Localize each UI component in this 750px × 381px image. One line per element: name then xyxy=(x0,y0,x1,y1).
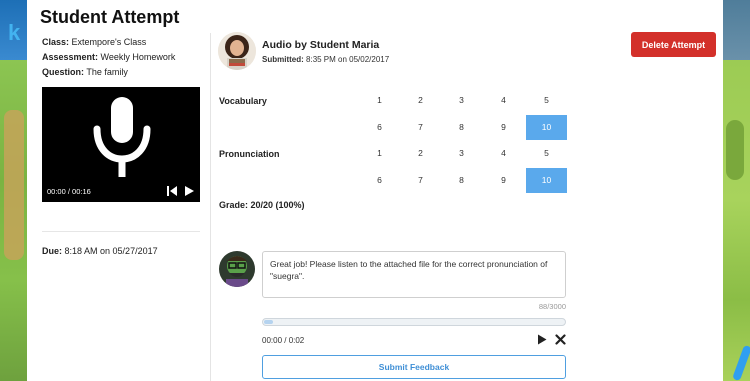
score-option[interactable]: 1 xyxy=(359,88,400,113)
due-label: Due: xyxy=(42,246,62,256)
score-option[interactable]: 4 xyxy=(483,88,524,113)
background-logo-fragment: k xyxy=(8,20,21,45)
recording-progress-bar[interactable] xyxy=(262,318,566,326)
teacher-avatar xyxy=(219,251,255,287)
score-option[interactable]: 3 xyxy=(441,88,482,113)
score-option[interactable]: 4 xyxy=(483,141,524,166)
left-divider xyxy=(42,231,200,232)
rubric-label-pronunciation: Pronunciation xyxy=(219,149,280,159)
assessment-label: Assessment: xyxy=(42,52,99,62)
question-value: The family xyxy=(86,67,128,77)
submission-title: Audio by Student Maria xyxy=(262,39,380,51)
score-option[interactable]: 2 xyxy=(400,88,441,113)
score-option[interactable]: 2 xyxy=(400,141,441,166)
recording-progress-fill xyxy=(264,320,274,324)
background-road xyxy=(4,110,24,260)
score-option[interactable]: 7 xyxy=(400,115,441,140)
due-line: Due: 8:18 AM on 05/27/2017 xyxy=(42,246,158,256)
question-line: Question: The family xyxy=(42,65,202,80)
audio-player[interactable]: 00:00 / 00:16 xyxy=(42,87,200,202)
score-option[interactable]: 7 xyxy=(400,168,441,193)
question-label: Question: xyxy=(42,67,84,77)
class-label: Class: xyxy=(42,37,70,47)
score-option[interactable]: 9 xyxy=(483,168,524,193)
score-option[interactable]: 1 xyxy=(359,141,400,166)
attempt-info: Class: Extempore's Class Assessment: Wee… xyxy=(42,35,202,80)
submitted-label: Submitted: xyxy=(262,55,304,64)
class-line: Class: Extempore's Class xyxy=(42,35,202,50)
score-option[interactable]: 3 xyxy=(441,141,482,166)
recording-time: 00:00 / 0:02 xyxy=(262,336,305,345)
student-attempt-modal: Student Attempt Class: Extempore's Class… xyxy=(27,0,723,381)
score-option[interactable]: 6 xyxy=(359,168,400,193)
score-option[interactable]: 10 xyxy=(526,168,567,193)
student-portrait-icon xyxy=(218,32,256,70)
assessment-line: Assessment: Weekly Homework xyxy=(42,50,202,65)
score-option[interactable]: 9 xyxy=(483,115,524,140)
character-count: 88/3000 xyxy=(538,302,566,311)
recording-play-icon[interactable] xyxy=(537,334,547,345)
background-right-scenery xyxy=(723,0,750,381)
background-tree xyxy=(726,120,744,180)
submitted-line: Submitted: 8:35 PM on 05/02/2017 xyxy=(262,55,389,64)
player-time: 00:00 / 00:16 xyxy=(47,187,91,196)
feedback-textarea[interactable]: Great job! Please listen to the attached… xyxy=(262,251,566,298)
grade-summary: Grade: 20/20 (100%) xyxy=(219,200,305,210)
delete-attempt-button[interactable]: Delete Attempt xyxy=(631,32,716,57)
play-icon[interactable] xyxy=(183,185,195,197)
submit-feedback-button[interactable]: Submit Feedback xyxy=(262,355,566,379)
background-slash xyxy=(732,344,750,381)
class-value: Extempore's Class xyxy=(71,37,147,47)
assessment-value: Weekly Homework xyxy=(100,52,176,62)
score-option[interactable]: 5 xyxy=(526,88,567,113)
column-divider xyxy=(210,33,211,381)
recording-remove-icon[interactable] xyxy=(555,334,566,345)
page-title: Student Attempt xyxy=(40,7,180,27)
background-left-scenery: k xyxy=(0,0,27,381)
microphone-icon xyxy=(93,97,151,177)
score-option[interactable]: 10 xyxy=(526,115,567,140)
score-option[interactable]: 6 xyxy=(359,115,400,140)
score-option[interactable]: 8 xyxy=(441,115,482,140)
student-avatar xyxy=(218,32,256,70)
teacher-portrait-icon xyxy=(219,251,255,287)
skip-back-icon[interactable] xyxy=(166,185,178,197)
due-value: 8:18 AM on 05/27/2017 xyxy=(64,246,158,256)
rubric-label-vocabulary: Vocabulary xyxy=(219,96,267,106)
score-option[interactable]: 5 xyxy=(526,141,567,166)
submitted-value: 8:35 PM on 05/02/2017 xyxy=(306,55,390,64)
score-option[interactable]: 8 xyxy=(441,168,482,193)
